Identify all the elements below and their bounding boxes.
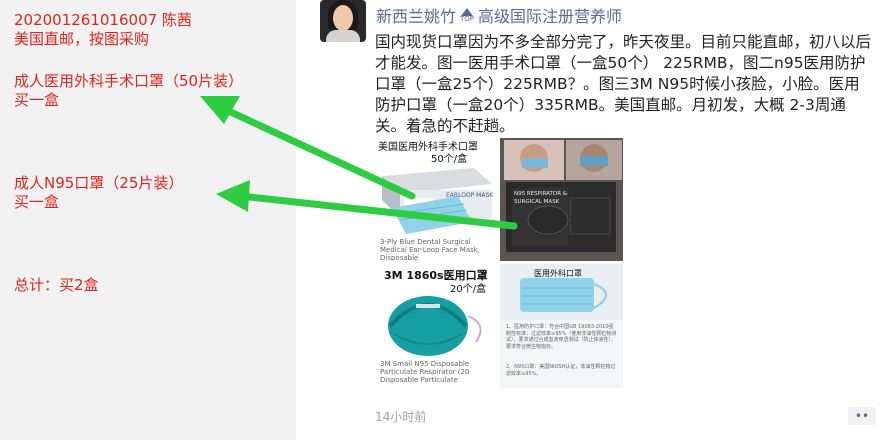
img1-description: 3-Ply Blue Dental Surgical Medical Ear-L…	[380, 238, 481, 261]
post-text: 国内现货口罩因为不多全部分完了，昨天夜里。目前只能直邮，初八以后才能发。图一医用…	[375, 33, 872, 135]
item1-name: 成人医用外科手术口罩（50片装）	[14, 72, 244, 90]
author-title: 高级国际注册营养师	[478, 7, 623, 26]
author-avatar[interactable]	[320, 0, 366, 42]
img3-description: 3M Small N95 Disposable Particulate Resp…	[380, 360, 470, 384]
post-image-surgical-mask[interactable]: 美国医用外科手术口罩 50个/盒 EARLOOP MASK 3-Ply Blue…	[376, 138, 496, 261]
img2-box-label: N95 RESPIRATOR & SURGICAL MASK	[514, 191, 568, 205]
top-label: TOP	[460, 14, 475, 23]
post-author-line: 新西兰姚竹 TOP 高级国际注册营养师	[376, 3, 622, 27]
order-total: 总计：买2盒	[14, 276, 99, 294]
purchase-method: 美国直邮，按图采购	[14, 30, 150, 48]
post-image-medical-mask-notes[interactable]: 医用外科口罩 1、医用防护口罩：符合中国GB 19083-2010强制性标准，过…	[500, 264, 623, 388]
img1-box-label: EARLOOP MASK	[446, 192, 494, 199]
post-image-3m-n95[interactable]: 3M 1860s医用口罩 20个/盒 3M Small N95 Disposab…	[376, 264, 496, 388]
item1-quantity: 买一盒	[14, 91, 60, 109]
img4-title: 医用外科口罩	[534, 269, 582, 278]
img4-note2: 2、N95口罩：美国NIOSH认证，非油性颗粒物过滤效率≥95%。	[506, 364, 616, 377]
order-id-name: 202001261016007 陈茜	[14, 11, 192, 29]
item2-name: 成人N95口罩（25片装）	[14, 174, 184, 192]
more-button[interactable]: ••	[848, 407, 876, 425]
post-timestamp: 14小时前	[375, 410, 427, 424]
post-image-n95-box[interactable]: N95 RESPIRATOR & SURGICAL MASK	[500, 138, 623, 261]
img4-note1: 1、医用防护口罩：符合中国GB 19083-2010强制性标准，过滤效率≥95%…	[506, 324, 617, 350]
author-name[interactable]: 新西兰姚竹	[376, 3, 456, 27]
item2-quantity: 买一盒	[14, 193, 60, 211]
top-icon: TOP	[460, 7, 475, 23]
annotation-panel: 202001261016007 陈茜 美国直邮，按图采购 成人医用外科手术口罩（…	[0, 0, 300, 440]
